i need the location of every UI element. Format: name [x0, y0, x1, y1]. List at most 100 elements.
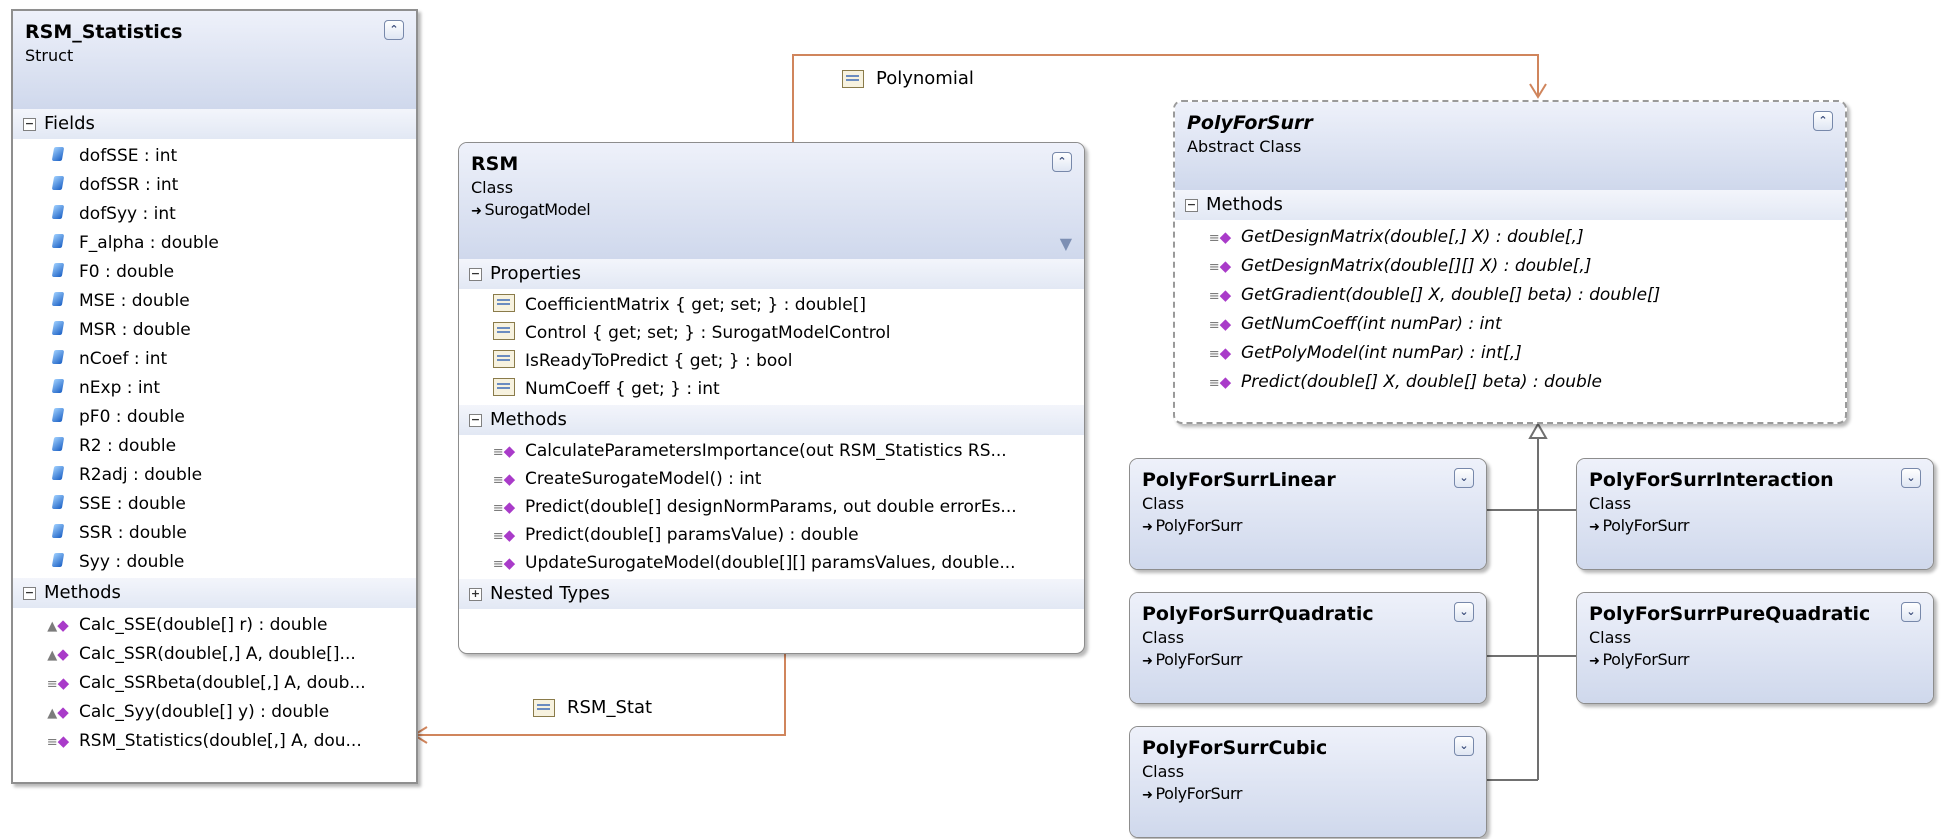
- collapse-icon[interactable]: ⌃: [384, 20, 404, 40]
- polyforsurrquadratic-base: ➜ PolyForSurr: [1142, 650, 1474, 669]
- collapse-icon[interactable]: ⌃: [1813, 111, 1833, 131]
- property-member-row[interactable]: CoefficientMatrix { get; set; } : double…: [459, 291, 1084, 319]
- expand-icon[interactable]: ⌄: [1454, 736, 1474, 756]
- polyforsurrcubic-class[interactable]: PolyForSurrCubic Class ➜ PolyForSurr ⌄: [1129, 726, 1487, 838]
- collapse-section-icon[interactable]: −: [469, 413, 482, 427]
- method-member-row[interactable]: ≡◆ CreateSurogateModel() : int: [459, 465, 1084, 493]
- polyforsurr-title: PolyForSurr: [1187, 112, 1313, 134]
- method-member-row[interactable]: ≡◆ GetPolyModel(int numPar) : int[,]: [1175, 338, 1845, 367]
- field-member-row[interactable]: F_alpha : double: [13, 228, 416, 257]
- method-member-row[interactable]: ≡◆ GetDesignMatrix(double[,] X) : double[…: [1175, 222, 1845, 251]
- static-method-icon: ▲◆: [47, 615, 69, 634]
- method-member-row[interactable]: ≡◆ Predict(double[] designNormParams, out…: [459, 493, 1084, 521]
- method-member-row[interactable]: ≡◆ Calc_SSRbeta(double[,] A, doub...: [13, 668, 416, 697]
- base-label: PolyForSurr: [1155, 650, 1243, 669]
- field-member-row[interactable]: R2adj : double: [13, 460, 416, 489]
- fields-list: dofSSE : int dofSSR : int dofSyy : int F_al…: [13, 139, 416, 578]
- property-icon: [489, 377, 519, 401]
- polyforsurrpurequadratic-class[interactable]: PolyForSurrPureQuadratic Class ➜ PolyForS…: [1576, 592, 1934, 704]
- collapse-section-icon[interactable]: −: [1185, 198, 1198, 212]
- methods-section-header[interactable]: − Methods: [459, 405, 1084, 435]
- field-member-row[interactable]: dofSSR : int: [13, 170, 416, 199]
- collapse-section-icon[interactable]: −: [23, 586, 36, 600]
- properties-section-header[interactable]: − Properties: [459, 259, 1084, 289]
- property-member-row[interactable]: Control { get; set; } : SurogatModelCont…: [459, 319, 1084, 347]
- polyforsurrlinear-class[interactable]: PolyForSurrLinear Class ➜ PolyForSurr ⌄: [1129, 458, 1487, 570]
- polyforsurrinteraction-kind: Class: [1589, 494, 1632, 513]
- field-member-row[interactable]: MSE : double: [13, 286, 416, 315]
- method-member-row[interactable]: ≡◆ CalculateParametersImportance(out RSM_…: [459, 437, 1084, 465]
- methods-list: ≡◆ CalculateParametersImportance(out RSM_…: [459, 435, 1084, 579]
- method-member-row[interactable]: ▲◆ Calc_SSE(double[] r) : double: [13, 610, 416, 639]
- field-member-row[interactable]: dofSyy : int: [13, 199, 416, 228]
- collapse-section-icon[interactable]: −: [469, 267, 482, 281]
- polyforsurrcubic-base: ➜ PolyForSurr: [1142, 784, 1474, 803]
- method-member-row[interactable]: ≡◆ Predict(double[] paramsValue) : double: [459, 521, 1084, 549]
- method-member-row[interactable]: ▲◆ Calc_SSR(double[,] A, double[]...: [13, 639, 416, 668]
- field-member-row[interactable]: MSR : double: [13, 315, 416, 344]
- collapse-section-icon[interactable]: −: [23, 117, 36, 131]
- polyforsurrlinear-kind: Class: [1142, 494, 1185, 513]
- collapse-icon[interactable]: ⌃: [1052, 152, 1072, 172]
- method-member-row[interactable]: ≡◆ RSM_Statistics(double[,] A, dou...: [13, 726, 416, 755]
- property-member-row[interactable]: NumCoeff { get; } : int: [459, 375, 1084, 403]
- properties-list: CoefficientMatrix { get; set; } : double…: [459, 289, 1084, 405]
- field-member-row[interactable]: pF0 : double: [13, 402, 416, 431]
- field-member-row[interactable]: dofSSE : int: [13, 141, 416, 170]
- field-icon: [43, 552, 73, 572]
- field-signature: dofSSE : int: [79, 145, 178, 166]
- field-icon: [43, 378, 73, 398]
- expand-icon[interactable]: ⌄: [1901, 602, 1921, 622]
- rsm-statistics-struct[interactable]: RSM_Statistics Struct ⌃ − Fields dofSSE …: [11, 9, 418, 784]
- methods-section-header[interactable]: − Methods: [13, 578, 416, 608]
- method-signature: Calc_SSR(double[,] A, double[]...: [79, 643, 356, 664]
- method-icon: ≡◆: [1208, 227, 1232, 246]
- rsm-stat-association-label[interactable]: RSM_Stat: [533, 697, 652, 718]
- field-signature: Syy : double: [79, 551, 185, 572]
- method-signature: GetDesignMatrix(double[][] X) : double[,…: [1241, 255, 1592, 276]
- fields-section-header[interactable]: − Fields: [13, 109, 416, 139]
- expand-section-icon[interactable]: +: [469, 587, 482, 601]
- method-member-row[interactable]: ≡◆ GetDesignMatrix(double[][] X) : double…: [1175, 251, 1845, 280]
- method-member-row[interactable]: ≡◆ GetNumCoeff(int numPar) : int: [1175, 309, 1845, 338]
- field-icon: [43, 204, 73, 224]
- polyforsurrquadratic-kind: Class: [1142, 628, 1185, 647]
- field-icon: [43, 233, 73, 253]
- method-signature: GetDesignMatrix(double[,] X) : double[,]: [1241, 226, 1584, 247]
- field-member-row[interactable]: SSE : double: [13, 489, 416, 518]
- methods-section-header[interactable]: − Methods: [1175, 190, 1845, 220]
- field-member-row[interactable]: F0 : double: [13, 257, 416, 286]
- inherits-icon: ➜: [1589, 520, 1600, 535]
- expand-icon[interactable]: ⌄: [1454, 602, 1474, 622]
- nested-types-section-header[interactable]: + Nested Types: [459, 579, 1084, 609]
- polynomial-association-label[interactable]: Polynomial: [842, 68, 974, 89]
- rsm-class[interactable]: RSM Class ➜ SurogatModel ⌃ ▼ − Properties…: [458, 142, 1085, 654]
- method-member-row[interactable]: ▲◆ Calc_Syy(double[] y) : double: [13, 697, 416, 726]
- polyforsurrquadratic-class[interactable]: PolyForSurrQuadratic Class ➜ PolyForSurr …: [1129, 592, 1487, 704]
- polyforsurrpurequadratic-title: PolyForSurrPureQuadratic: [1589, 603, 1871, 625]
- polyforsurrcubic-title: PolyForSurrCubic: [1142, 737, 1328, 759]
- property-member-row[interactable]: IsReadyToPredict { get; } : bool: [459, 347, 1084, 375]
- expand-icon[interactable]: ⌄: [1454, 468, 1474, 488]
- method-member-row[interactable]: ≡◆ Predict(double[] X, double[] beta) : d…: [1175, 367, 1845, 396]
- inherits-icon: ➜: [1142, 520, 1153, 535]
- rsm-statistics-kind: Struct: [25, 46, 74, 65]
- expand-icon[interactable]: ⌄: [1901, 468, 1921, 488]
- method-signature: GetNumCoeff(int numPar) : int: [1241, 313, 1502, 334]
- field-member-row[interactable]: nExp : int: [13, 373, 416, 402]
- field-member-row[interactable]: Syy : double: [13, 547, 416, 576]
- field-member-row[interactable]: nCoef : int: [13, 344, 416, 373]
- field-icon: [43, 436, 73, 456]
- field-icon: [43, 407, 73, 427]
- method-signature: CreateSurogateModel() : int: [525, 469, 762, 489]
- method-icon: ≡◆: [492, 442, 516, 460]
- method-member-row[interactable]: ≡◆ GetGradient(double[] X, double[] beta)…: [1175, 280, 1845, 309]
- field-signature: pF0 : double: [79, 406, 185, 427]
- field-member-row[interactable]: R2 : double: [13, 431, 416, 460]
- properties-section-label: Properties: [490, 263, 581, 284]
- filter-icon[interactable]: ▼: [1060, 234, 1072, 253]
- field-member-row[interactable]: SSR : double: [13, 518, 416, 547]
- polyforsurr-abstract-class[interactable]: PolyForSurr Abstract Class ⌃ − Methods ≡…: [1173, 100, 1847, 424]
- method-member-row[interactable]: ≡◆ UpdateSurogateModel(double[][] paramsV…: [459, 549, 1084, 577]
- polyforsurrinteraction-class[interactable]: PolyForSurrInteraction Class ➜ PolyForSur…: [1576, 458, 1934, 570]
